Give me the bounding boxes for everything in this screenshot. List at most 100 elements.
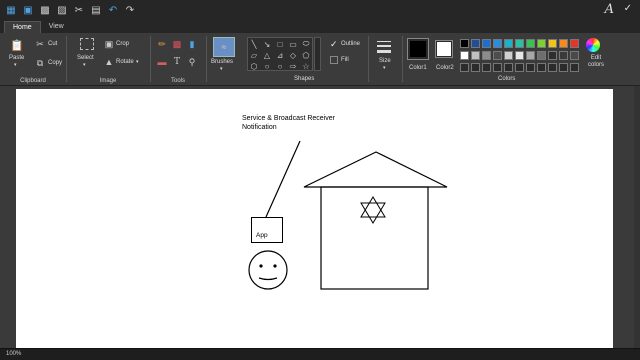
brushes-button[interactable]: Brushes: [211, 59, 233, 65]
star-down-triangle: [360, 202, 386, 224]
palette-swatch[interactable]: [482, 51, 491, 60]
palette-swatch[interactable]: [548, 63, 557, 72]
font-icon[interactable]: A: [605, 2, 614, 17]
palette-swatch[interactable]: [482, 39, 491, 48]
new-file-icon[interactable]: ▦: [4, 3, 18, 17]
copy-icon[interactable]: ⧉: [35, 58, 45, 68]
chevron-down-icon[interactable]: ▾: [83, 62, 86, 68]
palette-swatch[interactable]: [471, 63, 480, 72]
curve-shape-icon[interactable]: ↘: [262, 39, 272, 49]
palette-swatch[interactable]: [570, 63, 579, 72]
palette-swatch[interactable]: [471, 51, 480, 60]
open-folder-icon[interactable]: ▣: [21, 3, 35, 17]
rounded-rectangle-shape-icon[interactable]: ▭: [288, 39, 298, 49]
tab-view[interactable]: View: [41, 21, 72, 33]
palette-swatch[interactable]: [526, 39, 535, 48]
print-icon[interactable]: ▨: [55, 3, 69, 17]
color2-button[interactable]: [435, 40, 453, 58]
drawing-canvas[interactable]: Service & Broadcast Receiver Notificatio…: [16, 89, 613, 348]
palette-swatch[interactable]: [548, 51, 557, 60]
chevron-down-icon[interactable]: ▾: [136, 59, 139, 65]
select-button[interactable]: Select: [77, 55, 94, 61]
parallelogram-shape-icon[interactable]: ▱: [249, 50, 259, 60]
magnifier-icon[interactable]: ⚲: [187, 57, 197, 67]
palette-swatch[interactable]: [526, 63, 535, 72]
crop-icon[interactable]: ▣: [104, 39, 114, 49]
palette-swatch[interactable]: [537, 39, 546, 48]
check-icon[interactable]: ✓: [624, 3, 632, 14]
brush-icon[interactable]: ≈: [213, 37, 235, 57]
paste-button[interactable]: Paste: [9, 55, 24, 61]
save-icon[interactable]: ▩: [38, 3, 52, 17]
text-tool-icon[interactable]: T: [172, 57, 182, 67]
palette-swatch[interactable]: [515, 63, 524, 72]
tab-home[interactable]: Home: [4, 21, 41, 33]
fill-button[interactable]: Fill: [341, 57, 349, 63]
cut-icon[interactable]: ✂: [35, 39, 45, 49]
rectangle-shape-icon[interactable]: □: [275, 39, 285, 49]
copy-button[interactable]: Copy: [48, 60, 62, 66]
palette-swatch[interactable]: [471, 39, 480, 48]
undo-icon[interactable]: ↶: [106, 3, 120, 17]
palette-swatch[interactable]: [482, 63, 491, 72]
oval-shape-icon[interactable]: ⬭: [301, 39, 311, 49]
color-picker-icon[interactable]: ▮: [187, 39, 197, 49]
rotate-icon[interactable]: ▲: [104, 57, 114, 67]
star-shape-icon[interactable]: ☆: [301, 61, 311, 71]
hexagon-shape-icon[interactable]: ⬡: [249, 61, 259, 71]
palette-swatch[interactable]: [460, 39, 469, 48]
palette-swatch[interactable]: [515, 51, 524, 60]
palette-swatch[interactable]: [460, 63, 469, 72]
arrow-shape-icon[interactable]: ⇨: [288, 61, 298, 71]
pentagon-shape-icon[interactable]: ⬠: [301, 50, 311, 60]
palette-swatch[interactable]: [559, 63, 568, 72]
size-lines-icon[interactable]: [377, 39, 391, 55]
circle-shape-icon[interactable]: ○: [262, 61, 272, 71]
chevron-down-icon[interactable]: ▾: [14, 62, 17, 68]
palette-swatch[interactable]: [515, 39, 524, 48]
rotate-button[interactable]: Rotate: [116, 59, 134, 65]
pencil-icon[interactable]: ✏: [157, 39, 167, 49]
chevron-down-icon[interactable]: ▾: [220, 66, 223, 72]
palette-swatch[interactable]: [493, 39, 502, 48]
chevron-down-icon[interactable]: ▾: [383, 65, 386, 71]
cut-button[interactable]: Cut: [48, 41, 57, 47]
palette-swatch[interactable]: [526, 51, 535, 60]
palette-swatch[interactable]: [559, 51, 568, 60]
paste-icon[interactable]: ▤: [89, 3, 103, 17]
palette-swatch[interactable]: [460, 51, 469, 60]
diamond-shape-icon[interactable]: ◇: [288, 50, 298, 60]
triangle-shape-icon[interactable]: △: [262, 50, 272, 60]
outline-button[interactable]: Outline: [341, 41, 360, 47]
color1-button[interactable]: [407, 38, 429, 60]
palette-swatch[interactable]: [504, 39, 513, 48]
house-roof: [303, 151, 448, 188]
cut-icon[interactable]: ✂: [72, 3, 86, 17]
redo-icon[interactable]: ↷: [123, 3, 137, 17]
fill-bucket-icon[interactable]: ▩: [172, 39, 182, 49]
eraser-icon[interactable]: ▬: [157, 57, 167, 67]
palette-swatch[interactable]: [548, 39, 557, 48]
palette-swatch[interactable]: [504, 51, 513, 60]
shapes-scrollbar[interactable]: [314, 37, 321, 71]
palette-swatch[interactable]: [559, 39, 568, 48]
palette-swatch[interactable]: [504, 63, 513, 72]
outline-check-icon[interactable]: ✓: [330, 39, 338, 50]
palette-swatch[interactable]: [570, 51, 579, 60]
crop-button[interactable]: Crop: [116, 41, 129, 47]
size-button[interactable]: Size: [379, 58, 391, 64]
color-wheel-icon[interactable]: [586, 38, 600, 52]
palette-swatch[interactable]: [493, 51, 502, 60]
fill-icon[interactable]: [330, 56, 338, 64]
palette-swatch[interactable]: [493, 63, 502, 72]
palette-swatch[interactable]: [537, 63, 546, 72]
right-triangle-shape-icon[interactable]: ⊿: [275, 50, 285, 60]
edit-colors-label[interactable]: Edit colors: [585, 55, 607, 69]
vertical-scrollbar[interactable]: [634, 86, 640, 348]
line-shape-icon[interactable]: ╲: [249, 39, 259, 49]
circle-shape-icon[interactable]: ○: [275, 61, 285, 71]
palette-swatch[interactable]: [537, 51, 546, 60]
select-icon[interactable]: [80, 38, 94, 50]
palette-swatch[interactable]: [570, 39, 579, 48]
paste-large-icon[interactable]: 📋: [10, 38, 24, 52]
